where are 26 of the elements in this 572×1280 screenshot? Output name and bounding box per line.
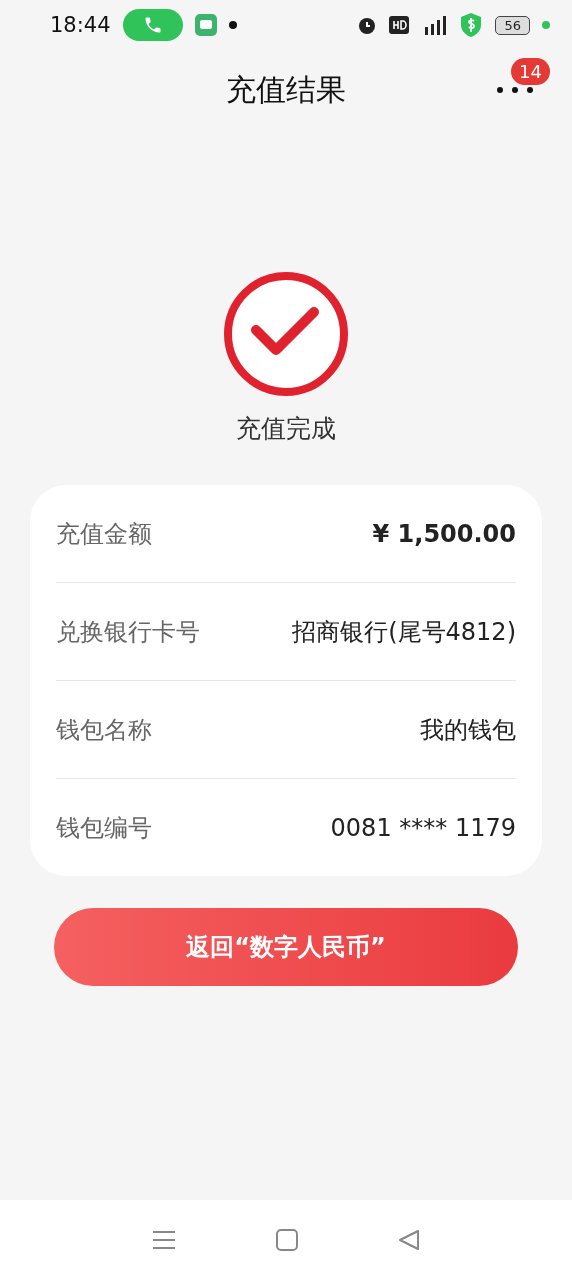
detail-value: 招商银行(尾号4812) xyxy=(292,616,516,648)
notification-badge: 14 xyxy=(511,58,550,85)
hd-icon xyxy=(389,16,410,34)
detail-label: 钱包编号 xyxy=(56,812,152,844)
dot-icon xyxy=(542,21,550,29)
shield-icon xyxy=(459,12,484,38)
page-title: 充值结果 xyxy=(226,70,346,109)
phone-call-icon[interactable] xyxy=(122,9,183,41)
message-icon xyxy=(194,14,217,36)
success-check-icon xyxy=(222,270,350,398)
status-time: 18:44 xyxy=(50,13,111,37)
dot-icon xyxy=(228,21,237,29)
detail-label: 钱包名称 xyxy=(56,714,152,746)
menu-icon[interactable] xyxy=(152,1230,176,1250)
return-button[interactable]: 返回“数字人民币” xyxy=(54,908,518,986)
detail-label: 兑换银行卡号 xyxy=(56,616,200,648)
detail-value: 我的钱包 xyxy=(420,714,516,746)
result-status: 充值完成 xyxy=(236,413,336,445)
alarm-icon xyxy=(357,15,378,35)
battery-level: 56 xyxy=(495,15,530,35)
detail-value: ¥ 1,500.00 xyxy=(372,519,516,548)
home-icon[interactable] xyxy=(276,1229,298,1251)
detail-label: 充值金额 xyxy=(56,518,152,550)
back-icon[interactable] xyxy=(398,1229,420,1251)
more-icon[interactable] xyxy=(496,86,534,94)
detail-value: 0081 **** 1179 xyxy=(330,813,516,842)
